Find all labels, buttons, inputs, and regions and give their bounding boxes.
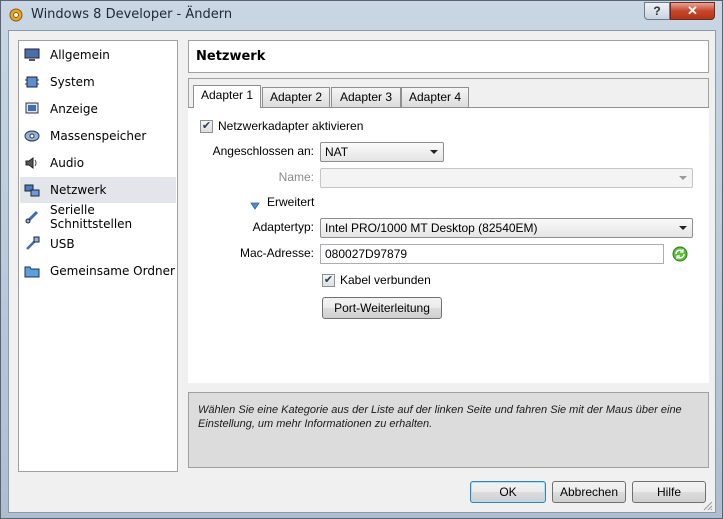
- chevron-down-icon: [679, 226, 687, 230]
- cancel-button[interactable]: Abbrechen: [552, 481, 626, 503]
- sidebar-item-label: Gemeinsame Ordner: [50, 264, 175, 278]
- ok-button[interactable]: OK: [470, 481, 546, 503]
- sidebar-item-anzeige[interactable]: Anzeige: [20, 96, 176, 122]
- sidebar-item-allgemein[interactable]: Allgemein: [20, 42, 176, 68]
- sidebar-item-netzwerk[interactable]: Netzwerk: [20, 177, 176, 203]
- network-icon: [24, 182, 40, 198]
- sidebar-item-label: Serielle Schnittstellen: [50, 203, 133, 231]
- folder-icon: [24, 263, 40, 279]
- sidebar-item-label: Audio: [50, 156, 85, 170]
- usb-icon: [24, 236, 40, 252]
- title-bar[interactable]: Windows 8 Developer - Ändern ? ✕: [1, 1, 722, 29]
- enable-adapter-checkbox[interactable]: ✔: [200, 120, 213, 133]
- adapter-type-select[interactable]: Intel PRO/1000 MT Desktop (82540EM): [320, 218, 693, 238]
- help-title-button[interactable]: ?: [644, 2, 670, 20]
- chip-icon: [24, 74, 40, 90]
- resize-grip-icon[interactable]: [703, 500, 713, 511]
- category-list[interactable]: Allgemein System Anzeige Massenspeicher: [18, 40, 178, 472]
- speaker-icon: [24, 155, 40, 171]
- cable-connected-checkbox[interactable]: ✔: [322, 274, 335, 287]
- tab-adapter-4[interactable]: Adapter 4: [401, 87, 469, 107]
- help-button[interactable]: Hilfe: [632, 481, 706, 503]
- sidebar-item-label: Netzwerk: [50, 183, 107, 197]
- tab-adapter-3[interactable]: Adapter 3: [331, 87, 401, 107]
- chevron-down-icon: [679, 176, 687, 180]
- name-select[interactable]: [320, 168, 693, 188]
- attached-to-select[interactable]: NAT: [320, 142, 444, 162]
- sidebar-item-label: System: [50, 75, 95, 89]
- display-icon: [24, 101, 40, 117]
- sidebar-item-label: Allgemein: [50, 48, 110, 62]
- sidebar-item-massenspeicher[interactable]: Massenspeicher: [20, 123, 176, 149]
- mac-address-field[interactable]: 080027D97879: [320, 244, 664, 264]
- sidebar-item-usb[interactable]: USB: [20, 231, 176, 257]
- attached-to-value: NAT: [325, 145, 349, 159]
- gear-icon: [8, 7, 24, 23]
- serial-port-icon: [24, 209, 40, 225]
- name-label: Name:: [278, 170, 314, 184]
- refresh-icon[interactable]: [672, 246, 688, 265]
- dialog-client: Allgemein System Anzeige Massenspeicher: [8, 30, 716, 513]
- sidebar-item-label: Massenspeicher: [50, 129, 147, 143]
- sidebar-item-serielle-schnittstellen[interactable]: Serielle Schnittstellen: [20, 203, 176, 231]
- advanced-toggle[interactable]: Erweitert: [267, 195, 314, 209]
- tab-adapter-2[interactable]: Adapter 2: [262, 87, 330, 107]
- tab-panel: ✔ Netzwerkadapter aktivieren Angeschloss…: [188, 107, 709, 383]
- tab-adapter-1[interactable]: Adapter 1: [193, 85, 261, 108]
- adapter-type-label: Adaptertyp:: [252, 220, 314, 234]
- attached-to-label: Angeschlossen an:: [212, 144, 314, 158]
- sidebar-item-label: Anzeige: [50, 102, 98, 116]
- port-forwarding-button[interactable]: Port-Weiterleitung: [322, 297, 442, 319]
- mac-address-value: 080027D97879: [325, 247, 408, 261]
- close-button[interactable]: ✕: [670, 2, 715, 20]
- info-text: Wählen Sie eine Kategorie aus der Liste …: [198, 404, 682, 430]
- disk-icon: [24, 128, 40, 144]
- dialog-window: Windows 8 Developer - Ändern ? ✕ Allgeme…: [0, 0, 723, 519]
- page-title: Netzwerk: [196, 49, 266, 64]
- monitor-icon: [24, 47, 40, 63]
- expand-arrow-icon[interactable]: [250, 199, 260, 213]
- chevron-down-icon: [430, 150, 438, 154]
- page-header: Netzwerk: [188, 40, 709, 73]
- mac-address-label: Mac-Adresse:: [239, 246, 314, 260]
- cable-connected-label: Kabel verbunden: [340, 273, 431, 287]
- adapter-type-value: Intel PRO/1000 MT Desktop (82540EM): [325, 221, 538, 235]
- enable-adapter-label: Netzwerkadapter aktivieren: [218, 119, 364, 133]
- window-title: Windows 8 Developer - Ändern: [31, 7, 233, 22]
- sidebar-item-label: USB: [50, 237, 75, 251]
- sidebar-item-system[interactable]: System: [20, 69, 176, 95]
- info-panel: Wählen Sie eine Kategorie aus der Liste …: [188, 392, 709, 468]
- sidebar-item-audio[interactable]: Audio: [20, 150, 176, 176]
- sidebar-item-gemeinsame-ordner[interactable]: Gemeinsame Ordner: [20, 258, 176, 284]
